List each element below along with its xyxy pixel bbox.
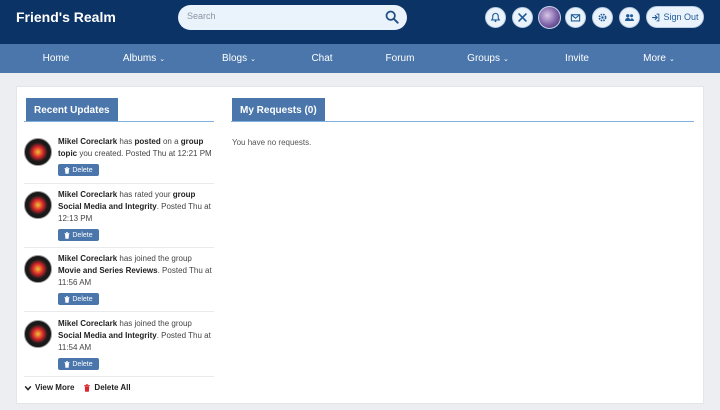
nav-item-label: Forum xyxy=(385,53,415,64)
divider xyxy=(24,247,214,248)
delete-all-link[interactable]: Delete All xyxy=(83,383,131,392)
avatar[interactable] xyxy=(24,138,52,166)
delete-label: Delete xyxy=(72,295,93,303)
trash-icon xyxy=(64,231,70,239)
update-user-link[interactable]: Mikel Coreclark xyxy=(58,254,117,263)
delete-button[interactable]: Delete xyxy=(58,164,99,176)
no-requests-message: You have no requests. xyxy=(232,138,312,147)
chevron-down-icon: ⌄ xyxy=(502,56,509,63)
update-action-link[interactable]: group xyxy=(173,190,196,199)
users-icon xyxy=(625,14,634,21)
list-item: Mikel Coreclark has joined the group Soc… xyxy=(24,318,214,370)
nav-item-label: Albums xyxy=(122,53,157,64)
trash-icon xyxy=(84,383,91,392)
update-user-link[interactable]: Mikel Coreclark xyxy=(58,190,117,199)
divider xyxy=(24,311,214,312)
update-object-link[interactable]: Movie and Series Reviews xyxy=(58,266,158,275)
nav-item-label: Groups xyxy=(467,53,500,64)
sign-out-button[interactable]: Sign Out xyxy=(646,6,704,28)
friends-button[interactable] xyxy=(619,7,640,28)
divider xyxy=(24,376,214,377)
avatar[interactable] xyxy=(24,320,52,348)
gear-icon xyxy=(598,13,607,22)
update-user-link[interactable]: Mikel Coreclark xyxy=(58,319,117,328)
avatar[interactable] xyxy=(24,191,52,219)
bell-icon xyxy=(490,12,501,23)
main-nav: Home Albums ⌄ Blogs ⌄ Chat Forum Groups ⌄ I… xyxy=(0,44,720,73)
chevron-down-icon xyxy=(24,385,32,391)
nav-item-label: Home xyxy=(42,53,70,64)
delete-button[interactable]: Delete xyxy=(58,358,99,370)
list-item: Mikel Coreclark has posted on a group to… xyxy=(24,136,214,178)
sign-out-label: Sign Out xyxy=(663,12,699,22)
delete-button[interactable]: Delete xyxy=(58,229,99,241)
update-text: Mikel Coreclark has joined the group Soc… xyxy=(58,318,214,354)
update-text: Mikel Coreclark has joined the group Mov… xyxy=(58,253,214,289)
chevron-down-icon: ⌄ xyxy=(159,56,166,63)
chevron-down-icon: ⌄ xyxy=(250,56,256,63)
view-more-label: View More xyxy=(35,383,75,392)
my-requests-underline xyxy=(231,121,694,122)
nav-item-blogs[interactable]: Blogs ⌄ xyxy=(222,53,256,64)
notifications-button[interactable] xyxy=(485,7,506,28)
update-object-link[interactable]: Social Media and Integrity xyxy=(58,202,157,211)
delete-label: Delete xyxy=(72,166,93,174)
nav-item-more[interactable]: More ⌄ xyxy=(643,53,675,64)
trash-icon xyxy=(64,295,70,303)
nav-item-chat[interactable]: Chat xyxy=(311,53,332,64)
recent-updates-footer: View More Delete All xyxy=(24,383,131,392)
update-text-part: has joined the group xyxy=(117,254,192,263)
list-item: Mikel Coreclark has rated your group Soc… xyxy=(24,189,214,241)
nav-item-home[interactable]: Home xyxy=(43,53,70,64)
search-input[interactable]: Search xyxy=(187,11,216,21)
update-text-part: on a xyxy=(160,137,181,146)
delete-all-label: Delete All xyxy=(94,383,131,392)
search-icon[interactable] xyxy=(385,10,399,24)
settings-button[interactable] xyxy=(592,7,613,28)
nav-item-label: Chat xyxy=(311,53,333,64)
update-text: Mikel Coreclark has posted on a group to… xyxy=(58,136,214,160)
update-user-link[interactable]: Mikel Coreclark xyxy=(58,137,117,146)
delete-label: Delete xyxy=(72,360,93,368)
update-text-part: has rated your xyxy=(117,190,173,199)
nav-item-label: Invite xyxy=(565,53,589,64)
update-text-part: has joined the group xyxy=(117,319,192,328)
chevron-down-icon: ⌄ xyxy=(668,56,675,63)
search-box[interactable]: Search xyxy=(178,5,407,30)
nav-item-label: More xyxy=(643,53,666,64)
messages-button[interactable] xyxy=(565,7,586,28)
delete-label: Delete xyxy=(72,231,93,239)
nav-item-groups[interactable]: Groups ⌄ xyxy=(467,53,509,64)
nav-item-albums[interactable]: Albums ⌄ xyxy=(123,53,165,64)
trash-icon xyxy=(64,360,70,368)
recent-updates-title: Recent Updates xyxy=(26,98,118,122)
divider xyxy=(24,183,214,184)
list-item: Mikel Coreclark has joined the group Mov… xyxy=(24,253,214,305)
update-object-link[interactable]: Social Media and Integrity xyxy=(58,331,157,340)
update-action-link[interactable]: posted xyxy=(134,137,160,146)
avatar[interactable] xyxy=(24,255,52,283)
nav-item-forum[interactable]: Forum xyxy=(386,53,415,64)
trash-icon xyxy=(64,166,70,174)
top-bar: Friend's Realm Search Sign Out xyxy=(0,0,720,44)
user-avatar[interactable] xyxy=(538,6,561,29)
sign-out-icon xyxy=(652,13,660,21)
update-text-part: you created. Posted Thu at 12:21 PM xyxy=(77,149,212,158)
delete-button[interactable]: Delete xyxy=(58,293,99,305)
nav-item-label: Blogs xyxy=(222,53,248,64)
view-more-link[interactable]: View More xyxy=(24,383,74,392)
envelope-icon xyxy=(570,14,581,22)
update-text: Mikel Coreclark has rated your group Soc… xyxy=(58,189,214,225)
tools-button[interactable] xyxy=(512,7,533,28)
update-text-part: has xyxy=(117,137,135,146)
nav-item-invite[interactable]: Invite xyxy=(565,53,589,64)
tools-icon xyxy=(518,13,527,22)
my-requests-title: My Requests (0) xyxy=(232,98,325,122)
recent-updates-underline xyxy=(24,121,214,122)
site-brand[interactable]: Friend's Realm xyxy=(16,9,116,25)
